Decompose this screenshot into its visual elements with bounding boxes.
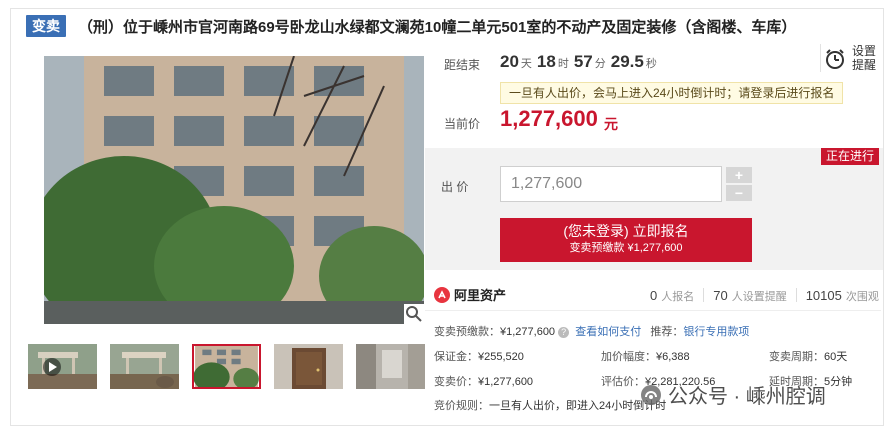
- guarantee-value: ¥255,520: [478, 351, 524, 363]
- period-row: 变卖周期：60天: [769, 348, 847, 364]
- thumbnail-5[interactable]: [356, 344, 425, 389]
- period-label: 变卖周期：: [769, 351, 824, 363]
- countdown-days: 20: [500, 52, 519, 71]
- register-button-label: (您未登录) 立即报名: [563, 223, 689, 239]
- increment-label: 加价幅度：: [601, 351, 656, 363]
- watermark: 公众号 · 嵊州腔调: [640, 380, 826, 409]
- period-value: 60天: [824, 351, 848, 363]
- divider: [703, 288, 705, 302]
- alarm-clock-icon: [824, 48, 846, 75]
- set-reminder-button[interactable]: 设置提醒: [824, 44, 880, 74]
- view-count: 10105: [805, 288, 842, 303]
- bid-panel: 正在进行 出 价 1,277,600 + − (您未登录) 立即报名 变卖预缴款…: [425, 148, 883, 270]
- recommend-label: 推荐：: [650, 326, 684, 338]
- deposit-value: ¥1,277,600: [500, 326, 556, 338]
- thumbnail-2[interactable]: [110, 344, 179, 389]
- current-price-unit: 元: [604, 116, 618, 132]
- wechat-account-icon: [641, 384, 661, 405]
- building-thumbnail: [194, 346, 259, 387]
- bid-label: 出 价: [441, 180, 469, 194]
- auction-stats: 0 人报名 70 人设置提醒 10105 次围观: [650, 286, 879, 304]
- countdown-minutes: 57: [573, 52, 593, 71]
- current-price: 1,277,600: [500, 106, 598, 131]
- seconds-unit: 秒: [645, 58, 657, 70]
- appraisal-label: 评估价：: [601, 376, 645, 388]
- days-unit: 天: [520, 58, 532, 70]
- sale-price-label: 变卖价：: [434, 376, 478, 388]
- set-reminder-label: 设置提醒: [852, 44, 877, 72]
- increase-bid-button[interactable]: +: [726, 167, 752, 183]
- how-to-pay-link[interactable]: 查看如何支付: [575, 326, 641, 338]
- signup-label: 人报名: [661, 291, 695, 303]
- video-thumbnail: [28, 344, 97, 389]
- guarantee-row: 保证金：¥255,520: [434, 348, 524, 364]
- divider: [425, 310, 881, 311]
- divider: [795, 288, 797, 302]
- sale-price-row: 变卖价：¥1,277,600: [434, 373, 533, 389]
- hours-unit: 时: [557, 58, 569, 70]
- sale-type-tag: 变卖: [26, 15, 66, 37]
- countdown-label: 距结束: [444, 58, 481, 72]
- help-icon[interactable]: ?: [558, 326, 570, 338]
- bid-amount-input[interactable]: 1,277,600: [500, 166, 722, 202]
- thumbnail-strip: [28, 344, 438, 389]
- thumbnail-4[interactable]: [274, 344, 343, 389]
- increment-row: 加价幅度：¥6,388: [601, 348, 690, 364]
- platform-logo: 阿里资产: [434, 285, 506, 304]
- current-price-label: 当前价: [444, 117, 481, 131]
- rule-row: 竞价规则：一旦有人出价，即进入24小时倒计时: [434, 397, 666, 413]
- page-title: （刑）位于嵊州市官河南路69号卧龙山水绿都文澜苑10幢二单元501室的不动产及固…: [78, 18, 797, 36]
- delay-value: 5分钟: [824, 376, 853, 388]
- status-badge: 正在进行: [820, 148, 879, 165]
- guarantee-label: 保证金：: [434, 351, 478, 363]
- increment-value: ¥6,388: [656, 351, 690, 363]
- interior-thumbnail: [356, 344, 425, 389]
- minutes-unit: 分: [594, 58, 606, 70]
- countdown-timer: 20 天 18 时 57 分 29.5 秒: [500, 52, 662, 72]
- divider: [820, 44, 821, 72]
- door-thumbnail: [274, 344, 343, 389]
- decrease-bid-button[interactable]: −: [726, 185, 752, 201]
- register-now-button[interactable]: (您未登录) 立即报名 变卖预缴款 ¥1,277,600: [500, 218, 752, 262]
- building-photo: [44, 56, 424, 324]
- ali-assets-icon: [434, 286, 450, 303]
- reminder-count: 70: [713, 288, 728, 303]
- rule-label: 竞价规则：: [434, 400, 489, 412]
- thumbnail-1[interactable]: [28, 344, 97, 389]
- deposit-label: 变卖预缴款：: [434, 326, 500, 338]
- reminder-label: 人设置提醒: [731, 291, 787, 303]
- title-row: 变卖 （刑）位于嵊州市官河南路69号卧龙山水绿都文澜苑10幢二单元501室的不动…: [26, 14, 796, 38]
- zoom-icon[interactable]: [404, 304, 424, 324]
- bank-funds-link[interactable]: 银行专用款项: [683, 326, 749, 338]
- register-button-deposit: 变卖预缴款 ¥1,277,600: [569, 242, 683, 254]
- main-photo[interactable]: [44, 56, 424, 324]
- countdown-seconds: 29.5: [610, 52, 644, 71]
- login-notice: 一旦有人出价，会马上进入24小时倒计时；请登录后进行报名: [500, 82, 844, 104]
- signup-count: 0: [650, 288, 658, 303]
- watermark-text: 公众号 · 嵊州腔调: [668, 386, 826, 408]
- platform-name: 阿里资产: [454, 288, 507, 303]
- thumbnail-3-selected[interactable]: [192, 344, 261, 389]
- countdown-hours: 18: [536, 52, 556, 71]
- view-label: 次围观: [845, 291, 879, 303]
- garden-thumbnail: [110, 344, 179, 389]
- sale-price-value: ¥1,277,600: [478, 376, 534, 388]
- deposit-row: 变卖预缴款：¥1,277,600 ? 查看如何支付 推荐：银行专用款项: [434, 323, 749, 339]
